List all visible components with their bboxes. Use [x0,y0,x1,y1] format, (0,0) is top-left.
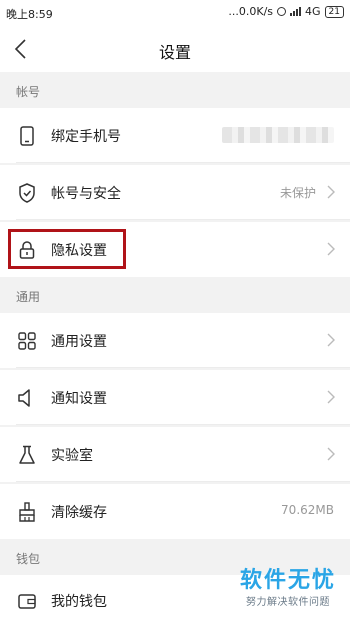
settings-item-label: 帐号与安全 [51,186,121,202]
settings-item-clear-cache[interactable]: 清除缓存 70.62MB [0,484,350,539]
settings-item-lab[interactable]: 实验室 [0,427,350,482]
status-bar: 晚上8:59 ...0.0K/s 4G 21 [0,0,350,26]
settings-item-general[interactable]: 通用设置 [0,313,350,368]
section-header-general: 通用 [0,277,350,313]
divider [16,424,350,425]
divider [16,219,350,220]
chevron-right-icon [327,242,335,256]
battery-icon: 21 [324,5,344,18]
section-title: 钱包 [16,552,41,566]
settings-item-label: 绑定手机号 [51,129,121,145]
chevron-right-icon [327,390,335,404]
section-title: 通用 [16,290,41,304]
divider [16,367,350,368]
settings-item-label: 通用设置 [51,334,107,350]
settings-item-label: 清除缓存 [51,505,107,521]
chevron-right-icon [327,185,335,199]
flask-icon [19,445,35,464]
alarm-icon [277,7,287,16]
status-time: 晚上8:59 [6,8,53,21]
settings-item-label: 实验室 [51,448,93,464]
divider [16,162,350,163]
settings-item-notifications[interactable]: 通知设置 [0,370,350,425]
network-type: 4G [305,5,321,18]
settings-item-bind-phone[interactable]: 绑定手机号 [0,108,350,163]
phone-number-redacted [222,127,334,143]
broom-icon [19,502,35,522]
grid-icon [18,332,36,350]
status-indicators: ...0.0K/s 4G 21 [228,5,344,18]
battery-level: 21 [328,6,340,17]
watermark-subtitle: 努力解决软件问题 [245,597,330,608]
wallet-icon [18,594,36,609]
divider [16,481,350,482]
watermark-title: 软件无忧 [239,568,336,593]
network-speed: ...0.0K/s [228,5,274,18]
settings-item-label: 我的钱包 [51,594,107,610]
section-title: 帐号 [16,85,41,99]
watermark: 软件无忧 努力解决软件问题 [240,562,336,608]
shield-icon [19,183,35,203]
phone-icon [20,126,34,146]
chevron-right-icon [327,447,335,461]
section-header-account: 帐号 [0,72,350,108]
settings-item-account-security[interactable]: 帐号与安全 未保护 [0,165,350,220]
signal-icon [290,7,302,16]
cache-size: 70.62MB [281,503,334,517]
settings-item-label: 通知设置 [51,391,107,407]
speaker-icon [18,389,30,407]
page-title: 设置 [158,43,191,62]
chevron-right-icon [327,333,335,347]
security-status: 未保护 [279,186,316,200]
app-header: 设置 [0,26,350,72]
highlight-annotation [8,229,126,269]
